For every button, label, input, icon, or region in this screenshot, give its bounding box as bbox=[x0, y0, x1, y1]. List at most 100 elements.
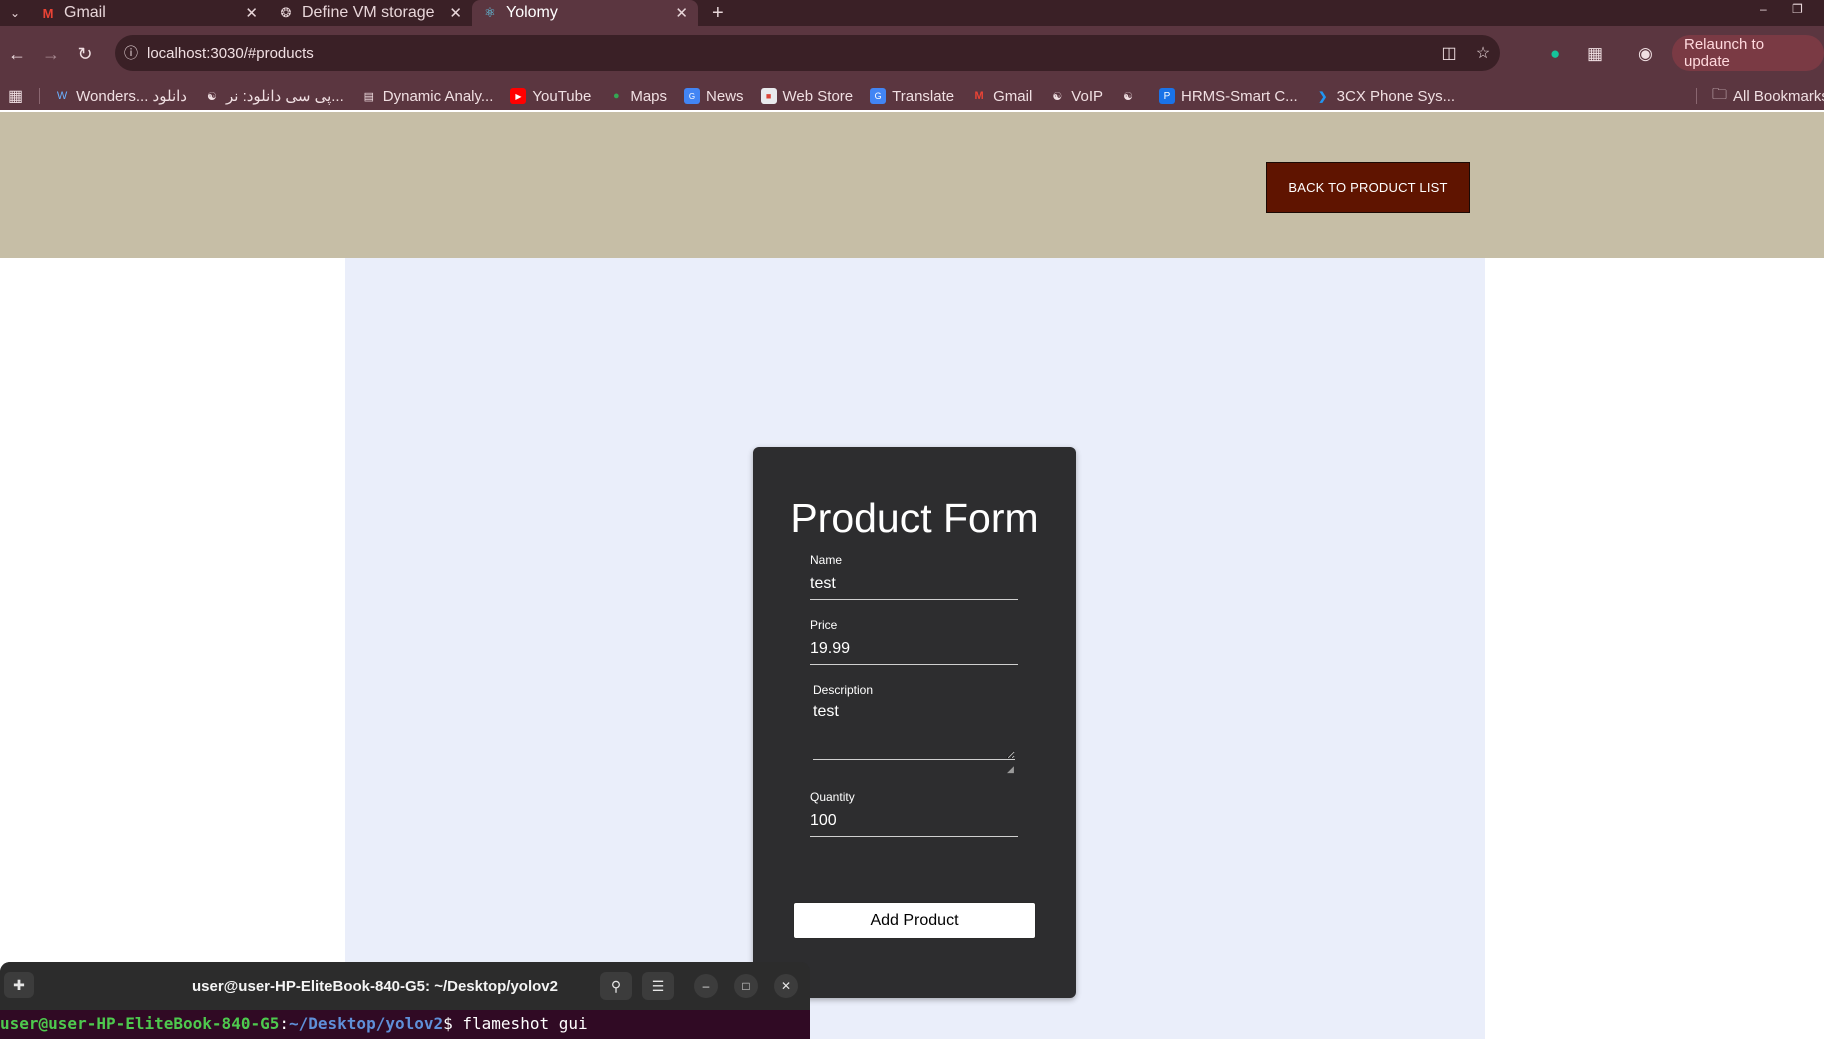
address-url[interactable]: localhost:3030/#products bbox=[147, 45, 1432, 62]
quantity-label: Quantity bbox=[810, 790, 855, 804]
maps-icon: ● bbox=[613, 90, 620, 102]
bookmark-label: News bbox=[706, 87, 744, 105]
bookmark-label: پی سی دانلود: نر... bbox=[225, 88, 344, 105]
restore-icon[interactable]: ❐ bbox=[1792, 2, 1803, 16]
bookmark-item[interactable]: ☯ bbox=[1120, 88, 1142, 104]
all-bookmarks[interactable]: 🗀 All Bookmarks bbox=[1696, 84, 1824, 109]
3cx-icon: ❯ bbox=[1318, 90, 1328, 103]
quantity-input[interactable] bbox=[810, 806, 1018, 837]
tab-yolomy[interactable]: ⚛ Yolomy ✕ bbox=[472, 0, 698, 26]
description-label: Description bbox=[813, 683, 874, 697]
form-title: Product Form bbox=[790, 495, 1039, 541]
bookmark-item[interactable]: ❯ 3CX Phone Sys... bbox=[1315, 88, 1455, 105]
bookmark-label: HRMS-Smart C... bbox=[1181, 87, 1298, 105]
bookmarks-divider bbox=[1696, 88, 1697, 104]
prompt-user: user@user-HP-EliteBook-840-G5 bbox=[0, 1014, 280, 1033]
bookmark-item[interactable]: ☯ VoIP bbox=[1049, 88, 1103, 105]
bookmark-item[interactable]: P HRMS-Smart C... bbox=[1159, 88, 1298, 105]
bookmark-item[interactable]: G News bbox=[684, 88, 744, 105]
install-app-icon[interactable]: ◫ bbox=[1432, 43, 1466, 63]
bookmark-label: 3CX Phone Sys... bbox=[1336, 87, 1456, 105]
bookmark-item[interactable]: ■ Web Store bbox=[760, 87, 854, 105]
back-arrow-icon[interactable]: ← bbox=[0, 44, 34, 65]
globe-icon: ☯ bbox=[1123, 90, 1133, 103]
bookmark-label: Translate bbox=[892, 87, 955, 105]
bookmark-label: Dynamic Analy... bbox=[382, 87, 494, 105]
close-icon[interactable]: ✕ bbox=[774, 974, 798, 998]
gmail-icon: M bbox=[974, 90, 984, 102]
bookmark-label: Wonders... دانلود bbox=[76, 88, 187, 105]
tab-title: Gmail bbox=[64, 4, 106, 21]
new-tab-plus-icon[interactable]: + bbox=[712, 2, 724, 25]
name-input[interactable] bbox=[810, 569, 1018, 600]
prompt-symbol: $ bbox=[443, 1014, 463, 1033]
description-textarea[interactable]: test bbox=[813, 703, 1015, 760]
bookmark-item[interactable]: ● Maps bbox=[608, 88, 667, 105]
apps-grid-icon[interactable]: ▦ bbox=[8, 86, 23, 106]
address-bar[interactable]: ⓘ localhost:3030/#products ◫ ☆ bbox=[115, 35, 1500, 71]
relaunch-button[interactable]: Relaunch to update bbox=[1672, 35, 1824, 71]
menu-icon[interactable]: ☰ bbox=[642, 972, 674, 1000]
bookmark-item[interactable]: M Gmail bbox=[971, 87, 1033, 105]
browser-toolbar: ← → ↻ ⓘ localhost:3030/#products ◫ ☆ ● ▦… bbox=[0, 26, 1824, 82]
hrms-icon: P bbox=[1159, 88, 1175, 104]
terminal-body[interactable]: user@user-HP-EliteBook-840-G5:~/Desktop/… bbox=[0, 1010, 810, 1039]
close-icon[interactable]: ✕ bbox=[675, 4, 688, 22]
bookmark-item[interactable]: G Translate bbox=[870, 88, 954, 105]
bookmark-label: Maps bbox=[630, 87, 668, 105]
tab-title: Yolomy bbox=[506, 4, 558, 21]
bookmark-star-icon[interactable]: ☆ bbox=[1466, 43, 1500, 63]
prompt-separator: : bbox=[279, 1014, 289, 1033]
bookmarks-divider bbox=[39, 88, 41, 104]
folder-icon: 🗀 bbox=[1712, 85, 1728, 103]
bookmark-label: Gmail bbox=[993, 87, 1033, 105]
maximize-icon[interactable]: □ bbox=[734, 974, 758, 998]
resize-handle-icon[interactable]: ◢ bbox=[1007, 764, 1014, 775]
reload-icon[interactable]: ↻ bbox=[68, 44, 102, 65]
openai-icon: ❂ bbox=[280, 5, 292, 20]
terminal-new-tab-icon[interactable]: ✚ bbox=[4, 972, 34, 998]
globe-icon: ☯ bbox=[207, 90, 217, 103]
extensions-icon[interactable]: ▦ bbox=[1587, 44, 1603, 64]
bookmark-label: YouTube bbox=[532, 87, 592, 105]
bookmark-item[interactable]: ▶ YouTube bbox=[510, 88, 591, 105]
site-info-icon[interactable]: ⓘ bbox=[115, 43, 147, 63]
bookmark-item[interactable]: ▤ Dynamic Analy... bbox=[361, 88, 494, 105]
price-label: Price bbox=[810, 618, 838, 632]
profile-icon[interactable]: ◉ bbox=[1638, 44, 1653, 64]
close-icon[interactable]: ✕ bbox=[449, 4, 462, 22]
name-label: Name bbox=[810, 553, 843, 567]
tab-define-vm-storage[interactable]: ❂ Define VM storage ✕ bbox=[268, 0, 472, 26]
tab-search-chevron-icon[interactable]: ⌄ bbox=[0, 0, 30, 26]
forward-arrow-icon[interactable]: → bbox=[34, 44, 68, 65]
youtube-icon: ▶ bbox=[510, 88, 527, 104]
minimize-icon[interactable]: – bbox=[694, 974, 718, 998]
grammarly-icon[interactable]: ● bbox=[1550, 44, 1560, 64]
close-icon[interactable]: ✕ bbox=[245, 4, 258, 22]
bookmark-item[interactable]: W Wonders... دانلود bbox=[54, 87, 187, 105]
webstore-icon: ■ bbox=[760, 88, 777, 104]
page-main: Product Form Name Price Description test… bbox=[345, 258, 1485, 1039]
add-product-button[interactable]: Add Product bbox=[793, 902, 1036, 939]
relaunch-label: Relaunch to update bbox=[1684, 36, 1765, 70]
tab-gmail[interactable]: M Gmail ✕ bbox=[30, 0, 268, 26]
prompt-path: ~/Desktop/yolov2 bbox=[289, 1014, 444, 1033]
minimize-icon[interactable]: – bbox=[1760, 2, 1767, 16]
bookmark-item[interactable]: ☯ پی سی دانلود: نر... bbox=[204, 87, 344, 105]
wordpress-icon: W bbox=[56, 90, 68, 102]
bookmarks-bar: ▦ W Wonders... دانلود ☯ پی سی دانلود: نر… bbox=[0, 82, 1824, 110]
terminal-window: ✚ user@user-HP-EliteBook-840-G5: ~/Deskt… bbox=[0, 962, 810, 1039]
search-icon[interactable]: ⚲ bbox=[600, 972, 632, 1000]
translate-icon: G bbox=[870, 88, 887, 104]
bookmark-label: VoIP bbox=[1071, 87, 1103, 105]
page-header: BACK TO PRODUCT LIST bbox=[0, 112, 1824, 258]
all-bookmarks-label: All Bookmarks bbox=[1733, 87, 1824, 105]
back-to-product-list-button[interactable]: BACK TO PRODUCT LIST bbox=[1266, 162, 1470, 213]
product-form-card: Product Form Name Price Description test… bbox=[753, 447, 1076, 998]
price-input[interactable] bbox=[810, 634, 1018, 665]
tab-strip: ⌄ M Gmail ✕ ❂ Define VM storage ✕ ⚛ Yolo… bbox=[0, 0, 1824, 26]
gmail-icon: M bbox=[42, 5, 54, 21]
terminal-title: user@user-HP-EliteBook-840-G5: ~/Desktop… bbox=[192, 978, 558, 995]
tab-title: Define VM storage bbox=[302, 4, 435, 21]
bookmark-label: Web Store bbox=[782, 87, 854, 105]
